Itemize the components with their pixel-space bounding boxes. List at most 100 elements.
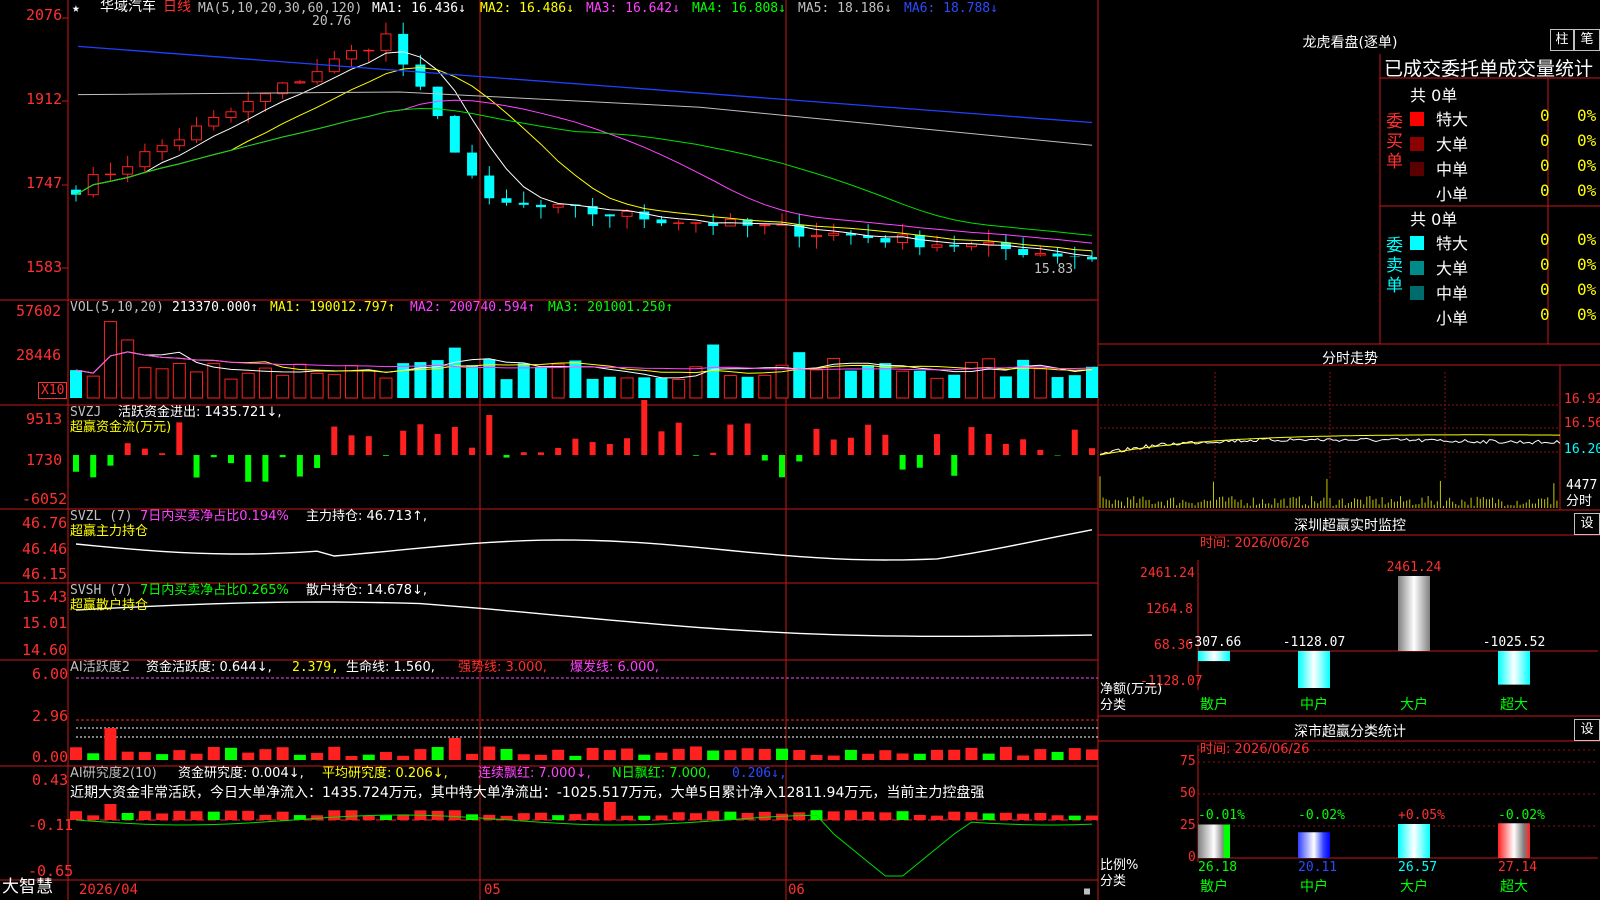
research-bar [156, 813, 169, 820]
classstat-settings-button[interactable]: 设 [1574, 719, 1600, 741]
vol-ma3: MA3: 201001.250↑ [548, 300, 674, 315]
research-bar [242, 810, 255, 820]
svzl-axis-tick: 46.76 [22, 514, 68, 532]
order-percent: 0% [1577, 230, 1597, 249]
tab-orders[interactable]: 委托单 [1441, 58, 1498, 80]
order-size-swatch [1410, 311, 1424, 325]
flow-bar [779, 455, 786, 478]
favorite-star-icon[interactable]: ★ [72, 1, 80, 16]
candle-body [104, 173, 116, 176]
monitor-bar-value: -1128.07 [1282, 635, 1346, 650]
volume-bar [620, 377, 634, 399]
flow-bar [813, 429, 820, 455]
flow-bar [899, 455, 906, 470]
activity-bar [276, 747, 289, 760]
volume-bar [723, 375, 737, 399]
intraday-vol-unit: 分时 [1566, 494, 1593, 509]
flow-bar [589, 442, 596, 455]
research-bar [672, 812, 685, 820]
ratio-change: -0.01% [1198, 808, 1245, 823]
flow-bar [486, 415, 493, 455]
bar-mode-button[interactable]: 柱 [1550, 29, 1574, 51]
volume-bar [241, 372, 255, 399]
ma-line [75, 66, 1093, 252]
tab-volume-stats[interactable]: 成交量统计 [1498, 58, 1593, 80]
app-window: ★ 华域汽车 日线 MA(5,10,20,30,60,120) MA1: 16.… [0, 0, 1600, 900]
main-chart-canvas[interactable] [0, 0, 1600, 900]
monitor-bar-value: 2461.24 [1386, 560, 1442, 575]
svsh-axis-tick: 15.43 [22, 588, 68, 606]
flow-bar [365, 436, 372, 455]
activity-bar [913, 753, 926, 760]
order-size-label: 大单 [1436, 135, 1469, 154]
ai2-comment: 近期大资金非常活跃，今日大单净流入：1435.724万元，其中特大单净流出：-1… [70, 785, 985, 801]
volume-bar [793, 352, 806, 398]
activity-bar [862, 753, 875, 760]
research-bar [569, 814, 582, 820]
flow-bar [865, 424, 872, 455]
activity-bar [931, 749, 944, 760]
flow-bar [830, 439, 837, 455]
lock-icon[interactable]: ■ [1084, 884, 1090, 899]
period-label[interactable]: 日线 [163, 0, 191, 15]
order-size-label: 特大 [1436, 234, 1469, 253]
date-axis-may: 05 [484, 882, 501, 898]
intraday-axis-tick: 16.56 [1564, 416, 1600, 431]
monitor-category: 中户 [1300, 697, 1328, 713]
activity-bar [87, 753, 100, 760]
monitor-settings-button[interactable]: 设 [1574, 513, 1600, 535]
activity-bar [414, 749, 427, 760]
flow-bar [451, 427, 458, 455]
price-axis-tick: 1583 [26, 258, 63, 276]
svzj-label: SVZJ [70, 405, 102, 420]
activity-bar [879, 750, 892, 760]
tick-mode-button[interactable]: 笔 [1574, 29, 1600, 51]
ai1-c: 生命线: 1.560, [346, 660, 435, 675]
order-percent: 0% [1577, 131, 1597, 150]
activity-bar [242, 752, 255, 760]
candle-body [363, 49, 375, 52]
flow-bar [124, 443, 131, 455]
research-bar [276, 811, 289, 820]
vol-unit-badge: X10 [38, 382, 68, 399]
ma6-value: MA6: 18.788↓ [904, 1, 998, 16]
ai1-d: 强势线: 3.000, [458, 660, 547, 675]
flow-bar [434, 433, 441, 455]
flow-bar [469, 447, 476, 455]
volume-bar [1068, 375, 1081, 398]
research-bar [87, 815, 100, 820]
stock-name[interactable]: 华域汽车 [100, 0, 156, 15]
ai1-axis-tick: 2.96 [32, 707, 69, 725]
order-size-swatch [1410, 236, 1424, 250]
volume-bar [913, 370, 926, 398]
volume-bar [758, 374, 772, 399]
flow-bar [382, 455, 389, 456]
activity-bar [552, 749, 565, 760]
ratio-bar [1498, 823, 1530, 858]
monitor-bar [1498, 651, 1530, 685]
candle-body [208, 117, 220, 127]
candle-body [259, 93, 271, 103]
research-bar [173, 810, 186, 820]
volume-bar [397, 363, 410, 398]
order-total: 共 0单 [1410, 210, 1458, 229]
activity-bar [259, 749, 272, 760]
tab-filled[interactable]: 已成交 [1384, 58, 1441, 80]
ma-line [75, 99, 1093, 244]
activity-bar [156, 754, 169, 760]
volume-bar [982, 358, 996, 399]
research-bar [965, 812, 978, 820]
activity-bar [621, 748, 634, 760]
ma-line [77, 45, 1093, 124]
research-bar [190, 811, 203, 820]
research-bar [1051, 815, 1064, 820]
date-axis-start: 2026/04 [79, 882, 139, 898]
order-size-label: 特大 [1436, 110, 1469, 129]
vol-ma-line [75, 351, 1093, 379]
vol-value: 213370.000↑ [172, 300, 259, 315]
activity-bar [345, 755, 358, 760]
flow-bar [107, 455, 114, 466]
flow-bar [761, 455, 768, 461]
research-bar [586, 813, 599, 820]
volume-bar [500, 379, 513, 398]
